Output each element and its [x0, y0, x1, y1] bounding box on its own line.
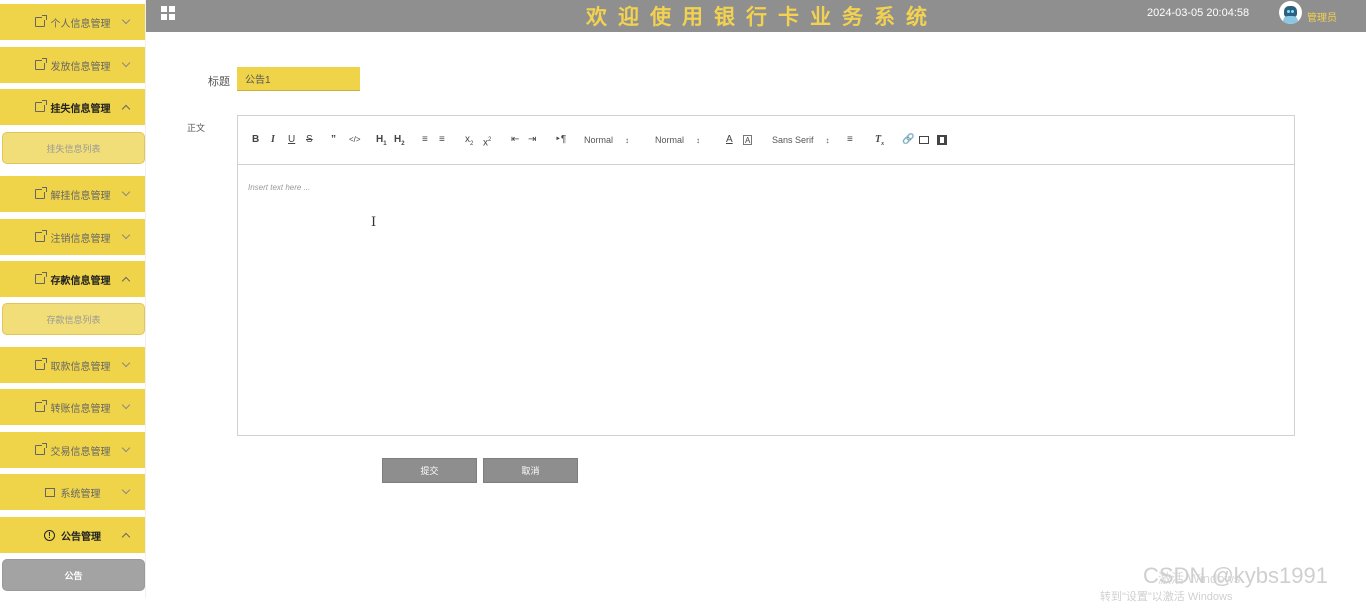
superscript-button[interactable]: x2: [483, 133, 491, 148]
title-input[interactable]: [237, 67, 360, 91]
background-color-button[interactable]: A: [743, 135, 753, 145]
chevron-down-icon: [121, 358, 131, 368]
align-button[interactable]: ≡: [847, 133, 853, 147]
alert-icon: !: [44, 529, 55, 541]
grid-menu-icon[interactable]: [161, 6, 175, 20]
menu-unfreeze[interactable]: 解挂信息管理: [0, 176, 145, 212]
menu-label: 解挂信息管理: [50, 190, 111, 202]
menu-label: 发放信息管理: [50, 61, 111, 73]
submenu-loss-report-list[interactable]: 挂失信息列表: [2, 132, 145, 164]
menu-system[interactable]: 系统管理: [0, 474, 145, 510]
menu-label: 存款信息管理: [50, 275, 111, 287]
sidebar: 个人信息管理 发放信息管理 挂失信息管理 挂失信息列表 解挂信息管理 注销信息管…: [0, 0, 146, 598]
doc-icon: [34, 15, 47, 27]
chevron-down-icon: [121, 400, 131, 410]
image-icon: [44, 487, 55, 497]
bullet-list-button[interactable]: ≡: [439, 133, 445, 147]
submenu-label: 存款信息列表: [46, 314, 101, 325]
csdn-watermark: CSDN @kybs1991: [1143, 563, 1328, 588]
top-header: 欢迎使用银行卡业务系统 2024-03-05 20:04:58 管理员: [146, 0, 1366, 32]
robot-body-icon: [1283, 16, 1298, 24]
menu-personal-info[interactable]: 个人信息管理: [0, 4, 145, 40]
doc-icon: [34, 100, 47, 112]
datetime: 2024-03-05 20:04:58: [1147, 7, 1250, 19]
avatar[interactable]: [1279, 1, 1302, 24]
header-1-button[interactable]: H1: [376, 133, 387, 147]
editor-toolbar: B I U S ” </> H1 H2 ≡ ≡ x2 x2 ⇤ ⇥ ‣¶ Nor…: [238, 116, 1294, 165]
chevron-down-icon: [121, 485, 131, 495]
system-title: 欢迎使用银行卡业务系统: [586, 5, 938, 29]
chevron-down-icon: [121, 187, 131, 197]
underline-button[interactable]: U: [288, 133, 295, 147]
font-color-button[interactable]: A: [726, 133, 733, 147]
menu-loss-report[interactable]: 挂失信息管理: [0, 89, 145, 125]
chevron-up-icon: [121, 104, 131, 114]
menu-announcement[interactable]: ! 公告管理: [0, 517, 145, 553]
doc-icon: [34, 272, 47, 284]
menu-transfer[interactable]: 转账信息管理: [0, 389, 145, 425]
doc-icon: [34, 187, 47, 199]
chevron-down-icon: [121, 58, 131, 68]
header-2-button[interactable]: H2: [394, 133, 405, 147]
rich-text-editor: B I U S ” </> H1 H2 ≡ ≡ x2 x2 ⇤ ⇥ ‣¶ Nor…: [237, 115, 1295, 436]
code-block-button[interactable]: </>: [349, 133, 361, 147]
doc-icon: [34, 443, 47, 455]
bold-button[interactable]: B: [252, 133, 259, 147]
chevron-up-icon: [121, 276, 131, 286]
menu-label: 转账信息管理: [50, 403, 111, 415]
title-label: 标题: [208, 76, 230, 88]
menu-label: 系统管理: [60, 488, 101, 500]
menu-issue-info[interactable]: 发放信息管理: [0, 47, 145, 83]
link-icon[interactable]: 🔗: [902, 133, 914, 147]
windows-activate-subtext: 转到"设置"以激活 Windows: [1100, 591, 1233, 603]
submenu-label: 公告: [64, 570, 83, 581]
content-label: 正文: [187, 123, 206, 133]
cancel-button[interactable]: 取消: [483, 458, 578, 483]
submit-button[interactable]: 提交: [382, 458, 477, 483]
strike-button[interactable]: S: [306, 133, 313, 147]
menu-withdrawal[interactable]: 取款信息管理: [0, 347, 145, 383]
header-select[interactable]: Normal: [584, 133, 629, 147]
menu-label: 取款信息管理: [50, 361, 111, 373]
editor-content[interactable]: Insert text here ... I: [238, 165, 1294, 436]
menu-cancellation[interactable]: 注销信息管理: [0, 219, 145, 255]
chevron-down-icon: [121, 230, 131, 240]
menu-deposit[interactable]: 存款信息管理: [0, 261, 145, 297]
text-direction-button[interactable]: ‣¶: [555, 133, 566, 147]
submenu-label: 挂失信息列表: [46, 143, 101, 154]
size-select[interactable]: Normal: [655, 133, 700, 147]
video-icon[interactable]: [937, 135, 947, 145]
user-role[interactable]: 管理员: [1307, 9, 1337, 24]
ordered-list-button[interactable]: ≡: [422, 133, 428, 147]
menu-label: 挂失信息管理: [50, 103, 111, 115]
indent-button[interactable]: ⇥: [528, 133, 536, 147]
blockquote-button[interactable]: ”: [331, 133, 336, 147]
doc-icon: [34, 358, 47, 370]
italic-button[interactable]: I: [271, 133, 275, 147]
doc-icon: [34, 400, 47, 412]
doc-icon: [34, 230, 47, 242]
doc-icon: [34, 58, 47, 70]
chevron-down-icon: [121, 15, 131, 25]
chevron-down-icon: [121, 443, 131, 453]
editor-placeholder: Insert text here ...: [248, 183, 311, 192]
image-icon[interactable]: [919, 136, 929, 144]
menu-label: 交易信息管理: [50, 446, 111, 458]
font-select[interactable]: Sans Serif: [772, 133, 830, 147]
menu-transaction[interactable]: 交易信息管理: [0, 432, 145, 468]
outdent-button[interactable]: ⇤: [511, 133, 519, 147]
chevron-up-icon: [121, 532, 131, 542]
clean-format-button[interactable]: Tx: [875, 133, 884, 147]
submenu-deposit-list[interactable]: 存款信息列表: [2, 303, 145, 335]
menu-label: 注销信息管理: [50, 233, 111, 245]
submenu-announcement[interactable]: 公告: [2, 559, 145, 591]
text-cursor-icon: I: [371, 215, 377, 230]
menu-label: 个人信息管理: [50, 18, 111, 30]
subscript-button[interactable]: x2: [465, 133, 473, 147]
menu-label: 公告管理: [61, 531, 101, 543]
